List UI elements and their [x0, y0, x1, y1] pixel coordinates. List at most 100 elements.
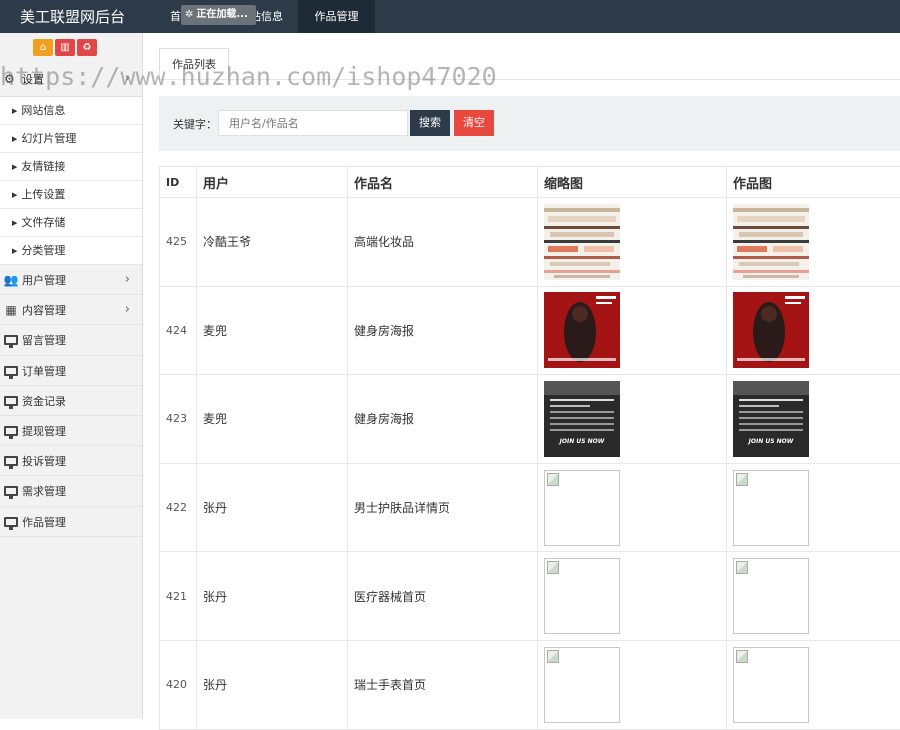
broken-image-icon[interactable] [544, 470, 620, 546]
gears-icon: ⚙ [4, 61, 20, 97]
sidebar-sub-category[interactable]: ▶分类管理 [0, 237, 142, 265]
cell-id: 425 [160, 198, 197, 287]
cell-work-name: 健身房海报 [348, 375, 538, 464]
cell-thumbnail [538, 552, 727, 641]
cell-work-image [727, 640, 900, 729]
table-header-row: ID 用户 作品名 缩略图 作品图 [160, 167, 900, 198]
cell-thumbnail: JOIN US NOW [538, 375, 727, 464]
caret-right-icon: ▶ [12, 125, 17, 153]
cell-thumbnail [538, 198, 727, 287]
sidebar-sub-upload[interactable]: ▶上传设置 [0, 181, 142, 209]
broken-image-icon[interactable] [733, 647, 809, 723]
chevron-right-icon: › [125, 265, 130, 295]
monitor-icon [2, 476, 20, 506]
sidebar-item-demands[interactable]: 需求管理 [0, 476, 142, 506]
cell-work-image [727, 463, 900, 552]
sidebar-sub-label: 文件存储 [21, 216, 65, 229]
chevron-right-icon: › [125, 295, 130, 325]
svg-text:JOIN US NOW: JOIN US NOW [559, 438, 605, 445]
svg-text:JOIN US NOW: JOIN US NOW [748, 438, 794, 445]
cell-user: 麦兜 [197, 375, 348, 464]
thumbnail-image[interactable]: JOIN US NOW [544, 381, 620, 457]
sidebar-item-orders[interactable]: 订单管理 [0, 356, 142, 386]
recycle-icon[interactable]: ♻ [77, 39, 97, 56]
cell-work-name: 医疗器械首页 [348, 552, 538, 641]
column-header-user: 用户 [197, 167, 348, 198]
main-content: 作品列表 关键字： 搜索 清空 ID 用户 作品名 缩略图 作品图 425冷酷王… [143, 33, 900, 719]
sidebar-item-label: 需求管理 [22, 485, 66, 498]
clear-button[interactable]: 清空 [454, 110, 494, 136]
monitor-icon [2, 386, 20, 416]
cell-user: 张丹 [197, 463, 348, 552]
sidebar-item-label: 用户管理 [22, 274, 66, 287]
table-row: 425冷酷王爷高端化妆品 [160, 198, 900, 287]
cell-id: 423 [160, 375, 197, 464]
chevron-right-icon: › [125, 61, 130, 97]
broken-image-icon[interactable] [544, 558, 620, 634]
cell-id: 422 [160, 463, 197, 552]
brand-title: 美工联盟网后台 [20, 6, 125, 27]
column-header-thumbnail: 缩略图 [538, 167, 727, 198]
sidebar-item-complaints[interactable]: 投诉管理 [0, 446, 142, 476]
thumbnail-image[interactable] [544, 292, 620, 368]
keyword-input[interactable] [218, 110, 408, 136]
sidebar-item-label: 留言管理 [22, 334, 66, 347]
column-header-id: ID [160, 167, 197, 198]
home-icon[interactable]: ⌂ [33, 39, 53, 56]
monitor-icon [2, 325, 20, 355]
thumbnail-image[interactable] [733, 292, 809, 368]
sidebar-sub-storage[interactable]: ▶文件存储 [0, 209, 142, 237]
cell-work-image [727, 286, 900, 375]
cell-work-name: 瑞士手表首页 [348, 640, 538, 729]
sidebar-group-settings[interactable]: ⚙设置 › [0, 61, 142, 97]
thumbnail-image[interactable] [544, 204, 620, 280]
cell-work-name: 男士护肤品详情页 [348, 463, 538, 552]
cell-user: 张丹 [197, 552, 348, 641]
sidebar-item-users[interactable]: 👥用户管理 › [0, 265, 142, 295]
broken-image-icon[interactable] [544, 647, 620, 723]
cell-thumbnail [538, 463, 727, 552]
sidebar-sub-label: 分类管理 [21, 244, 65, 257]
nav-works-management[interactable]: 作品管理 [298, 0, 375, 33]
table-row: 421张丹医疗器械首页 [160, 552, 900, 641]
sidebar-item-withdraw[interactable]: 提现管理 [0, 416, 142, 446]
trash-icon[interactable]: ▥ [55, 39, 75, 56]
sidebar-item-messages[interactable]: 留言管理 [0, 325, 142, 355]
sidebar-toolbar: ⌂▥♻ [0, 33, 142, 61]
works-table: ID 用户 作品名 缩略图 作品图 425冷酷王爷高端化妆品424麦兜健身房海报… [159, 166, 900, 730]
sidebar-item-label: 作品管理 [22, 516, 66, 529]
cell-thumbnail [538, 286, 727, 375]
sidebar-item-funds[interactable]: 资金记录 [0, 386, 142, 416]
broken-image-icon[interactable] [733, 470, 809, 546]
search-button[interactable]: 搜索 [410, 110, 450, 136]
sidebar-sub-links[interactable]: ▶友情链接 [0, 153, 142, 181]
cell-work-name: 高端化妆品 [348, 198, 538, 287]
monitor-icon [2, 416, 20, 446]
tab-works-list[interactable]: 作品列表 [159, 48, 229, 80]
sidebar-item-label: 资金记录 [22, 395, 66, 408]
sidebar-sub-site-info[interactable]: ▶网站信息 [0, 97, 142, 125]
sidebar-item-content[interactable]: ▦内容管理 › [0, 295, 142, 325]
sidebar-item-label: 内容管理 [22, 304, 66, 317]
cell-user: 麦兜 [197, 286, 348, 375]
caret-right-icon: ▶ [12, 153, 17, 181]
loading-toast: ✲正在加载... [181, 5, 256, 25]
sidebar-item-label: 订单管理 [22, 365, 66, 378]
nav-home[interactable]: 首 [170, 0, 181, 33]
table-row: 422张丹男士护肤品详情页 [160, 463, 900, 552]
top-bar: 美工联盟网后台 首 站信息 作品管理 ✲正在加载... [0, 0, 900, 33]
sidebar-sub-slides[interactable]: ▶ 幻灯片管理 [0, 125, 142, 153]
broken-image-icon[interactable] [733, 558, 809, 634]
thumbnail-image[interactable] [733, 204, 809, 280]
sidebar-sub-label: 幻灯片管理 [21, 132, 76, 145]
sidebar: ⌂▥♻ ⚙设置 › ▶网站信息 ▶幻灯片管理 ▶友情链接 ▶上传设置 ▶文件存储… [0, 33, 143, 719]
sidebar-item-works[interactable]: 作品管理 [0, 507, 142, 537]
monitor-icon [2, 356, 20, 386]
cell-work-image [727, 198, 900, 287]
sidebar-group-label: 设置 [22, 73, 44, 86]
grid-icon: ▦ [2, 295, 20, 325]
thumbnail-image[interactable]: JOIN US NOW [733, 381, 809, 457]
cell-id: 421 [160, 552, 197, 641]
cell-work-image: JOIN US NOW [727, 375, 900, 464]
cell-work-name: 健身房海报 [348, 286, 538, 375]
